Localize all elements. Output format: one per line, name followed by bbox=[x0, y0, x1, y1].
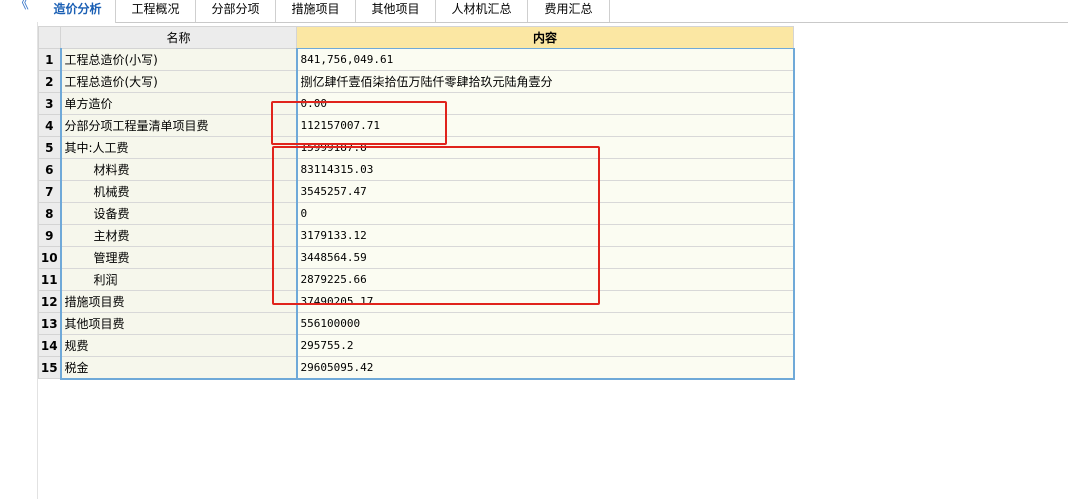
row-number[interactable]: 9 bbox=[38, 224, 62, 247]
collapse-panel-icon[interactable]: 《 bbox=[14, 0, 34, 11]
table-row[interactable]: 6 材料费 83114315.03 bbox=[38, 158, 795, 181]
table-row[interactable]: 8 设备费 0 bbox=[38, 202, 795, 225]
row-number[interactable]: 12 bbox=[38, 290, 62, 313]
column-header-name[interactable]: 名称 bbox=[60, 26, 297, 49]
row-name[interactable]: 利润 bbox=[60, 268, 298, 291]
table-row[interactable]: 11 利润 2879225.66 bbox=[38, 268, 795, 291]
tab-cost-analysis[interactable]: 造价分析 bbox=[40, 0, 116, 23]
row-number[interactable]: 1 bbox=[38, 48, 62, 71]
row-value[interactable]: 112157007.71 bbox=[296, 114, 795, 137]
cost-analysis-table: 名称 内容 1 工程总造价(小写) 841,756,049.61 2 工程总造价… bbox=[38, 26, 795, 380]
table-row[interactable]: 12 措施项目费 37490205.17 bbox=[38, 290, 795, 313]
table-row[interactable]: 1 工程总造价(小写) 841,756,049.61 bbox=[38, 48, 795, 71]
row-value[interactable]: 2879225.66 bbox=[296, 268, 795, 291]
column-header-content[interactable]: 内容 bbox=[296, 26, 794, 49]
row-name[interactable]: 工程总造价(小写) bbox=[60, 48, 298, 71]
tab-other-items[interactable]: 其他项目 bbox=[356, 0, 436, 22]
row-number[interactable]: 5 bbox=[38, 136, 62, 159]
row-value[interactable]: 556100000 bbox=[296, 312, 795, 335]
row-number[interactable]: 8 bbox=[38, 202, 62, 225]
row-number[interactable]: 11 bbox=[38, 268, 62, 291]
table-row[interactable]: 2 工程总造价(大写) 捌亿肆仟壹佰柒拾伍万陆仟零肆拾玖元陆角壹分 bbox=[38, 70, 795, 93]
table-row[interactable]: 5 其中:人工费 15999187.8 bbox=[38, 136, 795, 159]
row-value[interactable]: 37490205.17 bbox=[296, 290, 795, 313]
row-number[interactable]: 2 bbox=[38, 70, 62, 93]
row-name[interactable]: 机械费 bbox=[60, 180, 298, 203]
row-name[interactable]: 设备费 bbox=[60, 202, 298, 225]
table-row[interactable]: 14 规费 295755.2 bbox=[38, 334, 795, 357]
row-value[interactable]: 15999187.8 bbox=[296, 136, 795, 159]
tab-bar: 造价分析 工程概况 分部分项 措施项目 其他项目 人材机汇总 费用汇总 bbox=[40, 0, 1068, 23]
table-row[interactable]: 3 单方造价 0.00 bbox=[38, 92, 795, 115]
row-name[interactable]: 分部分项工程量清单项目费 bbox=[60, 114, 298, 137]
row-name[interactable]: 其他项目费 bbox=[60, 312, 298, 335]
row-name[interactable]: 措施项目费 bbox=[60, 290, 298, 313]
row-name[interactable]: 主材费 bbox=[60, 224, 298, 247]
row-number[interactable]: 13 bbox=[38, 312, 62, 335]
row-number[interactable]: 7 bbox=[38, 180, 62, 203]
tab-labor-material-machine[interactable]: 人材机汇总 bbox=[436, 0, 528, 22]
row-name[interactable]: 材料费 bbox=[60, 158, 298, 181]
row-number[interactable]: 3 bbox=[38, 92, 62, 115]
row-value[interactable]: 3545257.47 bbox=[296, 180, 795, 203]
row-name[interactable]: 规费 bbox=[60, 334, 298, 357]
row-value[interactable]: 捌亿肆仟壹佰柒拾伍万陆仟零肆拾玖元陆角壹分 bbox=[296, 70, 795, 93]
tab-fee-summary[interactable]: 费用汇总 bbox=[528, 0, 610, 22]
row-number[interactable]: 10 bbox=[38, 246, 62, 269]
row-value[interactable]: 3179133.12 bbox=[296, 224, 795, 247]
row-value[interactable]: 295755.2 bbox=[296, 334, 795, 357]
row-value[interactable]: 83114315.03 bbox=[296, 158, 795, 181]
table-header-row: 名称 内容 bbox=[38, 26, 794, 49]
table-row[interactable]: 15 税金 29605095.42 bbox=[38, 356, 795, 380]
table-row[interactable]: 13 其他项目费 556100000 bbox=[38, 312, 795, 335]
table-row[interactable]: 4 分部分项工程量清单项目费 112157007.71 bbox=[38, 114, 795, 137]
row-name[interactable]: 税金 bbox=[60, 356, 298, 380]
table-row[interactable]: 7 机械费 3545257.47 bbox=[38, 180, 795, 203]
row-value[interactable]: 841,756,049.61 bbox=[296, 48, 795, 71]
corner-cell bbox=[38, 26, 61, 49]
row-value[interactable]: 0.00 bbox=[296, 92, 795, 115]
row-value[interactable]: 29605095.42 bbox=[296, 356, 795, 380]
row-name[interactable]: 其中:人工费 bbox=[60, 136, 298, 159]
table-row[interactable]: 10 管理费 3448564.59 bbox=[38, 246, 795, 269]
tab-sub-items[interactable]: 分部分项 bbox=[196, 0, 276, 22]
row-number[interactable]: 15 bbox=[38, 356, 62, 379]
tab-measures[interactable]: 措施项目 bbox=[276, 0, 356, 22]
table-row[interactable]: 9 主材费 3179133.12 bbox=[38, 224, 795, 247]
row-value[interactable]: 0 bbox=[296, 202, 795, 225]
row-number[interactable]: 6 bbox=[38, 158, 62, 181]
tab-project-overview[interactable]: 工程概况 bbox=[116, 0, 196, 22]
row-number[interactable]: 4 bbox=[38, 114, 62, 137]
row-number[interactable]: 14 bbox=[38, 334, 62, 357]
row-name[interactable]: 管理费 bbox=[60, 246, 298, 269]
row-name[interactable]: 单方造价 bbox=[60, 92, 298, 115]
row-value[interactable]: 3448564.59 bbox=[296, 246, 795, 269]
row-name[interactable]: 工程总造价(大写) bbox=[60, 70, 298, 93]
